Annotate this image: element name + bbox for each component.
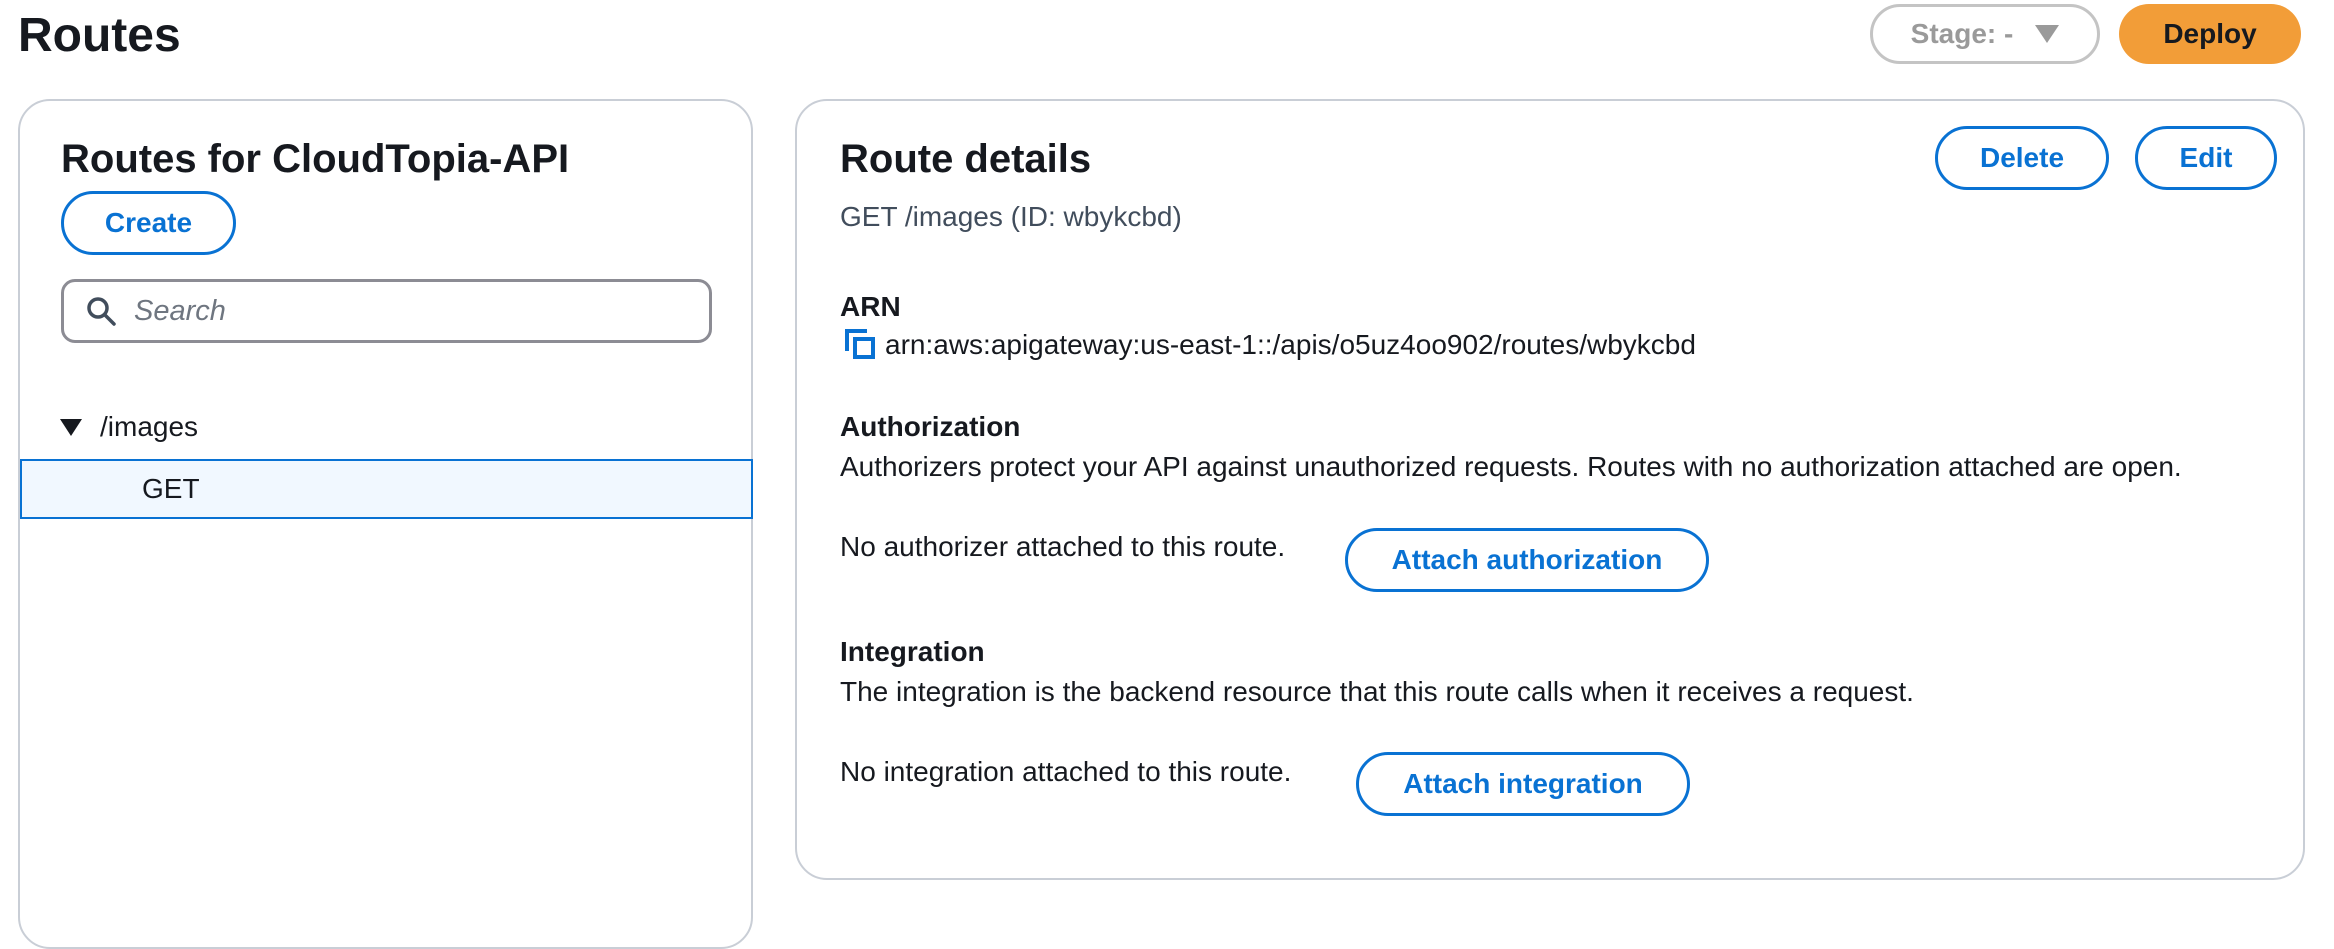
routes-panel: Routes for CloudTopia-API Create /images… (18, 99, 753, 949)
stage-select-label: Stage: - (1910, 18, 2014, 49)
search-input[interactable] (134, 294, 694, 328)
caret-down-icon[interactable] (60, 418, 82, 436)
tree-item-get[interactable]: GET (20, 459, 753, 519)
tree-group-images[interactable]: /images (60, 411, 198, 443)
caret-down-icon (2035, 25, 2060, 43)
page-title: Routes (18, 9, 181, 62)
search-icon (87, 297, 116, 326)
search-box[interactable] (61, 279, 712, 343)
integration-description: The integration is the backend resource … (840, 676, 1914, 707)
arn-label: ARN (840, 291, 901, 322)
stage-select[interactable]: Stage: - (1870, 4, 2100, 64)
integration-label: Integration (840, 636, 985, 667)
route-details-title: Route details (840, 137, 1092, 181)
authorization-status: No authorizer attached to this route. (840, 531, 1286, 562)
route-details-panel: Route details GET /images (ID: wbykcbd) … (795, 99, 2305, 880)
tree-item-label: GET (142, 473, 200, 504)
tree-group-label: /images (100, 411, 199, 442)
top-actions: Stage: - Deploy (1870, 4, 2301, 64)
routes-panel-title: Routes for CloudTopia-API (61, 137, 570, 181)
attach-integration-button[interactable]: Attach integration (1356, 752, 1690, 816)
arn-value: arn:aws:apigateway:us-east-1::/apis/o5uz… (885, 329, 1696, 360)
edit-button[interactable]: Edit (2135, 126, 2277, 190)
copy-icon[interactable] (845, 329, 877, 361)
integration-status: No integration attached to this route. (840, 756, 1292, 787)
authorization-description: Authorizers protect your API against una… (840, 451, 2182, 482)
attach-authorization-button[interactable]: Attach authorization (1345, 528, 1709, 592)
create-route-button[interactable]: Create (61, 191, 236, 255)
delete-button[interactable]: Delete (1935, 126, 2109, 190)
deploy-button[interactable]: Deploy (2119, 4, 2301, 64)
arn-row: arn:aws:apigateway:us-east-1::/apis/o5uz… (845, 329, 1696, 361)
authorization-label: Authorization (840, 411, 1021, 442)
route-details-subtitle: GET /images (ID: wbykcbd) (840, 201, 1182, 232)
